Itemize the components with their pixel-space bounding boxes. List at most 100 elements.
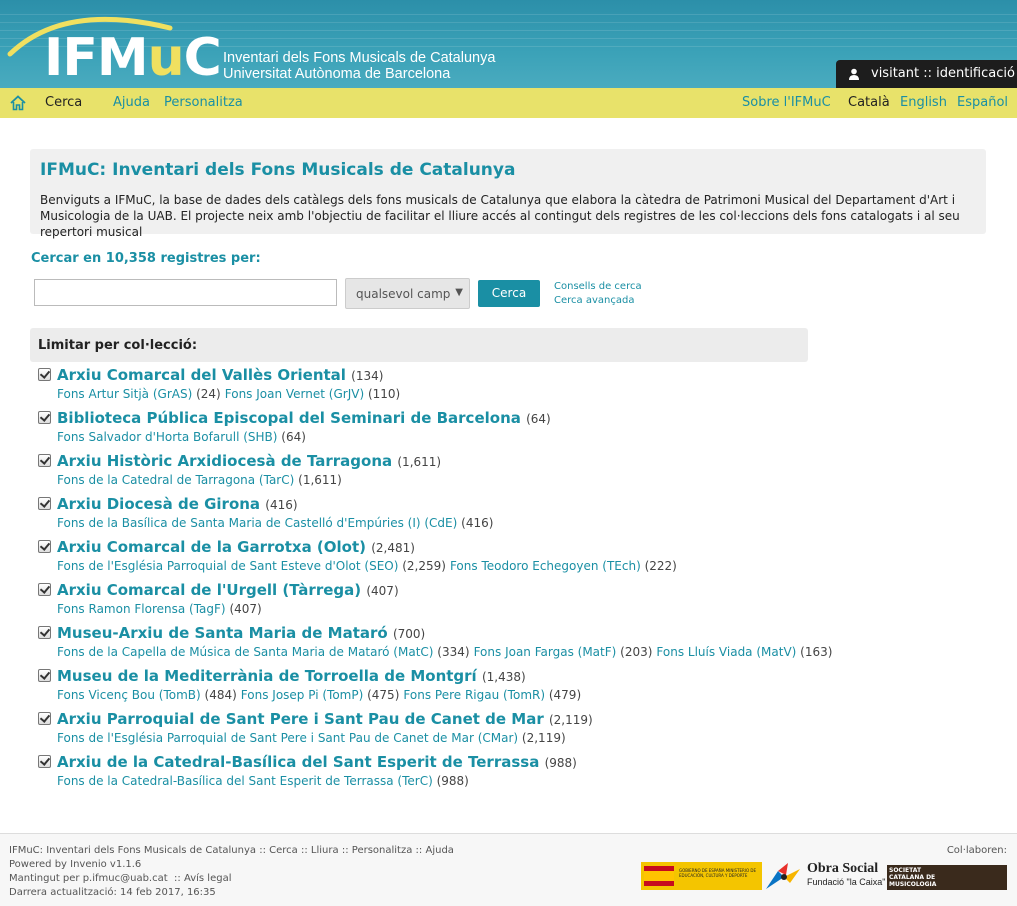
search-tips-link[interactable]: Consells de cerca: [554, 281, 642, 292]
footer-personalize-link[interactable]: Personalitza: [352, 845, 413, 856]
obra-social-text: Obra Social: [807, 861, 879, 876]
subcollection-link[interactable]: Fons Lluís Viada (MatV): [656, 645, 796, 659]
collection-title-row: Arxiu de la Catedral-Basílica del Sant E…: [57, 753, 577, 771]
home-icon[interactable]: [10, 95, 26, 111]
footer-powered: Powered by Invenio v1.1.6: [9, 859, 142, 870]
nav-personalize[interactable]: Personalitza: [164, 88, 243, 118]
subcollection-list: Fons de la Catedral-Basílica del Sant Es…: [57, 774, 473, 788]
collection-checkbox[interactable]: [38, 669, 51, 682]
subcollection-count: (2,119): [521, 731, 566, 745]
subcollection-link[interactable]: Fons Teodoro Echegoyen (TEch): [450, 559, 641, 573]
subcollection-link[interactable]: Fons Salvador d'Horta Bofarull (SHB): [57, 430, 277, 444]
la-caixa-star-icon: [766, 863, 800, 889]
subcollection-link[interactable]: Fons de la Catedral-Basílica del Sant Es…: [57, 774, 433, 788]
collection-checkbox[interactable]: [38, 755, 51, 768]
subcollection-count: (110): [367, 387, 401, 401]
site-logo[interactable]: IFMuC: [44, 28, 222, 88]
intro-box: IFMuC: Inventari dels Fons Musicals de C…: [30, 149, 986, 239]
spain-flag-icon: [644, 866, 674, 886]
la-caixa-logo[interactable]: Obra Social Fundació "la Caixa": [764, 859, 886, 893]
subcollection-link[interactable]: Fons de l'Església Parroquial de Sant Pe…: [57, 731, 518, 745]
subcollection-link[interactable]: Fons Pere Rigau (TomR): [403, 688, 545, 702]
nav-search[interactable]: Cerca: [45, 88, 82, 118]
search-input[interactable]: [34, 279, 337, 306]
collection-count: (2,481): [371, 541, 415, 555]
subcollection-list: Fons de l'Església Parroquial de Sant Es…: [57, 559, 681, 573]
subcollection-link[interactable]: Fons de l'Església Parroquial de Sant Es…: [57, 559, 398, 573]
search-button[interactable]: Cerca: [478, 280, 540, 307]
subcollection-count: (2,259): [402, 559, 446, 573]
collection-link[interactable]: Museu de la Mediterrània de Torroella de…: [57, 667, 477, 685]
collection-checkbox[interactable]: [38, 583, 51, 596]
footer-search-link[interactable]: Cerca: [269, 845, 298, 856]
footer-updated: Darrera actualització: 14 feb 2017, 16:3…: [9, 887, 216, 898]
lang-english[interactable]: English: [900, 88, 947, 118]
collection-link[interactable]: Arxiu Diocesà de Girona: [57, 495, 260, 513]
collection-checkbox[interactable]: [38, 712, 51, 725]
footer-sep: ::: [341, 845, 349, 856]
collection-checkbox[interactable]: [38, 411, 51, 424]
subcollection-link[interactable]: Fons Joan Vernet (GrJV): [225, 387, 364, 401]
collection-item: Biblioteca Pública Episcopal del Seminar…: [38, 409, 818, 452]
nav-about[interactable]: Sobre l'IFMuC: [742, 88, 831, 118]
collection-item: Arxiu Històric Arxidiocesà de Tarragona …: [38, 452, 818, 495]
collection-list: Arxiu Comarcal del Vallès Oriental (134)…: [38, 366, 832, 796]
footer-site-link[interactable]: IFMuC: Inventari dels Fons Musicals de C…: [9, 845, 256, 856]
subcollection-count: (475): [367, 688, 400, 702]
subcollection-link[interactable]: Fons Vicenç Bou (TomB): [57, 688, 201, 702]
collection-title-row: Museu-Arxiu de Santa Maria de Mataró (70…: [57, 624, 425, 642]
collection-checkbox[interactable]: [38, 497, 51, 510]
subcollection-link[interactable]: Fons de la Capella de Música de Santa Ma…: [57, 645, 433, 659]
subcollection-list: Fons Salvador d'Horta Bofarull (SHB) (64…: [57, 430, 310, 444]
nav-help[interactable]: Ajuda: [113, 88, 150, 118]
subcollection-link[interactable]: Fons Artur Sitjà (GrAS): [57, 387, 192, 401]
subcollection-list: Fons de l'Església Parroquial de Sant Pe…: [57, 731, 570, 745]
subcollection-link[interactable]: Fons de la Basílica de Santa Maria de Ca…: [57, 516, 457, 530]
collection-link[interactable]: Biblioteca Pública Episcopal del Seminar…: [57, 409, 521, 427]
collection-item: Arxiu Comarcal del Vallès Oriental (134)…: [38, 366, 818, 409]
collection-link[interactable]: Arxiu Comarcal de la Garrotxa (Olot): [57, 538, 366, 556]
collection-checkbox[interactable]: [38, 454, 51, 467]
subcollection-list: Fons Vicenç Bou (TomB) (484) Fons Josep P…: [57, 688, 585, 702]
collection-link[interactable]: Arxiu Històric Arxidiocesà de Tarragona: [57, 452, 392, 470]
footer-help-link[interactable]: Ajuda: [425, 845, 453, 856]
login-link[interactable]: visitant :: identificació: [836, 60, 1017, 88]
user-icon: [849, 68, 859, 80]
subcollection-link[interactable]: Fons Ramon Florensa (TagF): [57, 602, 226, 616]
subcollection-list: Fons de la Basílica de Santa Maria de Ca…: [57, 516, 497, 530]
footer-legal-link[interactable]: Avís legal: [184, 873, 232, 884]
lang-espanol[interactable]: Español: [957, 88, 1008, 118]
collection-checkbox[interactable]: [38, 626, 51, 639]
collection-checkbox[interactable]: [38, 368, 51, 381]
collection-item: Arxiu Comarcal de l'Urgell (Tàrrega) (40…: [38, 581, 818, 624]
ministry-logo-text: GOBIERNO DE ESPAÑA MINISTERIO DE EDUCACI…: [679, 868, 757, 878]
subcollection-link[interactable]: Fons de la Catedral de Tarragona (TarC): [57, 473, 294, 487]
collection-link[interactable]: Arxiu Comarcal del Vallès Oriental: [57, 366, 346, 384]
subcollection-list: Fons de la Catedral de Tarragona (TarC) …: [57, 473, 346, 487]
collection-link[interactable]: Arxiu Parroquial de Sant Pere i Sant Pau…: [57, 710, 544, 728]
footer-maintainer-link[interactable]: Mantingut per p.ifmuc@uab.cat: [9, 873, 168, 884]
collection-checkbox[interactable]: [38, 540, 51, 553]
ministry-logo[interactable]: GOBIERNO DE ESPAÑA MINISTERIO DE EDUCACI…: [641, 862, 762, 890]
collection-item: Museu-Arxiu de Santa Maria de Mataró (70…: [38, 624, 832, 667]
lang-catala[interactable]: Català: [848, 88, 890, 118]
collection-link[interactable]: Arxiu de la Catedral-Basílica del Sant E…: [57, 753, 539, 771]
collection-title-row: Arxiu Històric Arxidiocesà de Tarragona …: [57, 452, 441, 470]
field-select-value: qualsevol camp: [356, 287, 451, 301]
subcollection-link[interactable]: Fons Josep Pi (TomP): [241, 688, 363, 702]
collection-link[interactable]: Arxiu Comarcal de l'Urgell (Tàrrega): [57, 581, 361, 599]
collection-link[interactable]: Museu-Arxiu de Santa Maria de Mataró: [57, 624, 388, 642]
subcollection-link[interactable]: Fons Joan Fargas (MatF): [474, 645, 617, 659]
subcollection-count: (163): [800, 645, 833, 659]
chevron-down-icon: ▼: [455, 287, 463, 298]
subcollection-list: Fons Artur Sitjà (GrAS) (24) Fons Joan Ve…: [57, 387, 404, 401]
footer-free-link[interactable]: Lliura: [311, 845, 339, 856]
advanced-search-link[interactable]: Cerca avançada: [554, 295, 634, 306]
scm-logo[interactable]: SOCIETAT CATALANA DE MUSICOLOGIA: [887, 865, 1007, 890]
collection-count: (1,611): [397, 455, 442, 469]
subcollection-count: (1,611): [298, 473, 342, 487]
subtitle-line-2: Universitat Autònoma de Barcelona: [223, 66, 451, 82]
site-footer: IFMuC: Inventari dels Fons Musicals de C…: [0, 833, 1017, 906]
subcollection-count: (203): [620, 645, 653, 659]
field-select[interactable]: qualsevol camp ▼: [345, 278, 470, 309]
